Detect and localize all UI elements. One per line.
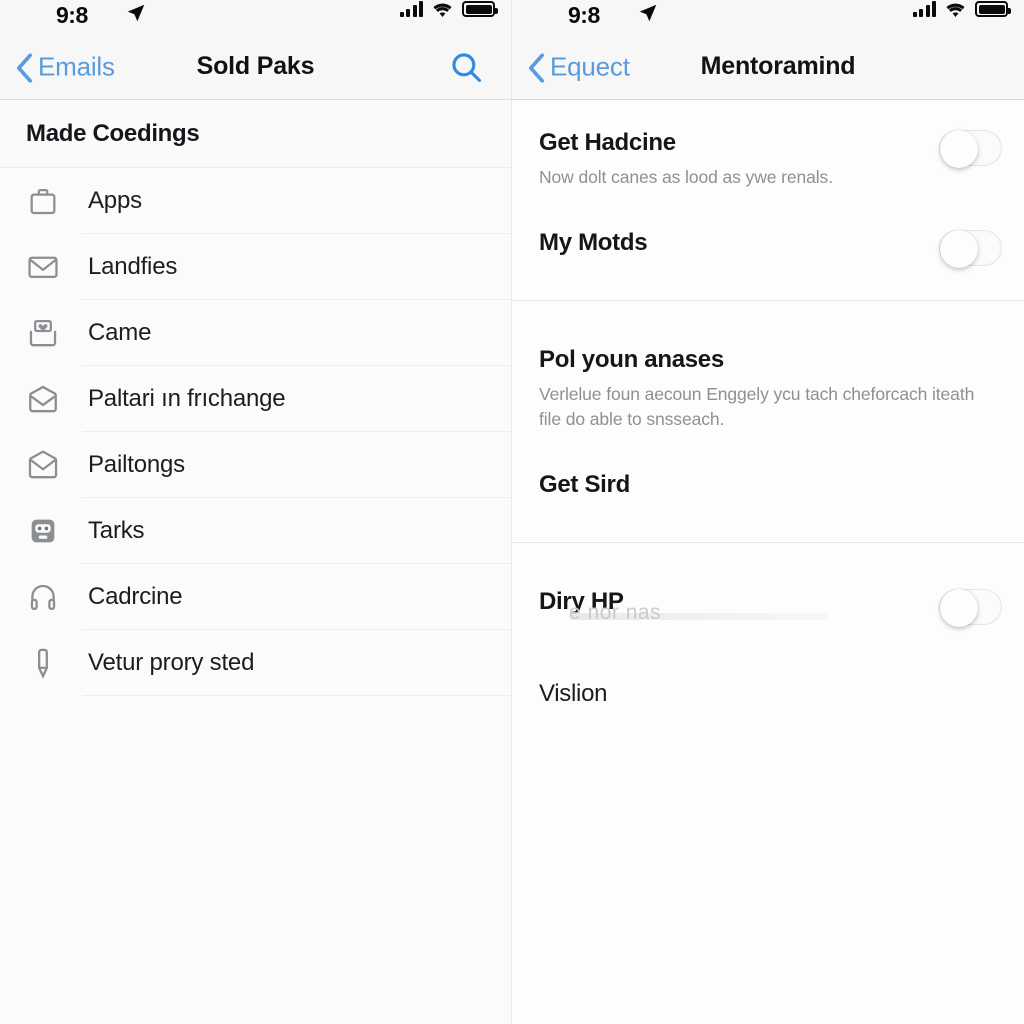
status-bar-left: 9:8 (0, 0, 511, 34)
toggle-knob (940, 130, 978, 168)
setting-row-diry-hp[interactable]: Diry HP e nor nas (512, 573, 1024, 635)
briefcase-icon (26, 184, 60, 218)
search-icon[interactable] (449, 50, 483, 84)
inbox-tray-icon (26, 316, 60, 350)
status-bar-time: 9:8 (568, 2, 600, 28)
list-item-label: Apps (88, 187, 142, 214)
location-arrow-icon (637, 2, 659, 24)
list-item-label: Tarks (88, 517, 145, 544)
dual-phone-screenshot: 9:8 Emails Sold Paks Made Coedings Apps … (0, 0, 1024, 1024)
setting-row-vislion[interactable]: Vislion (512, 665, 1024, 727)
list-section-header: Made Coedings (0, 100, 511, 168)
status-bar-indicators (399, 1, 498, 18)
setting-title: Vislion (539, 680, 608, 707)
list-item-apps[interactable]: Apps (0, 168, 511, 234)
settings-group-3: Diry HP e nor nas Vislion (512, 543, 1024, 727)
toggle-knob (940, 589, 978, 627)
status-bar-right: 9:8 (512, 0, 1024, 34)
list-item-cadrcine[interactable]: Cadrcine (0, 564, 511, 630)
settings-group-2: Pol youn anases Verlelue foun aecoun Eng… (512, 301, 1024, 542)
setting-title: Get Sird (539, 471, 630, 498)
headphones-icon (26, 580, 60, 614)
toggle-diry-hp[interactable] (939, 589, 1002, 627)
list-item-tarks[interactable]: Tarks (0, 498, 511, 564)
wifi-icon (945, 1, 966, 18)
battery-full-icon (462, 1, 498, 17)
left-phone-screen: 9:8 Emails Sold Paks Made Coedings Apps … (0, 0, 512, 1024)
left-page-title: Sold Paks (196, 52, 315, 80)
toggle-my-motds[interactable] (939, 230, 1002, 268)
right-nav-bar: Equect Mentoramind (512, 34, 1024, 100)
list-item-vetur-prory-sted[interactable]: Vetur prory sted (0, 630, 511, 696)
list-item-came[interactable]: Came (0, 300, 511, 366)
right-page-title: Mentoramind (700, 52, 856, 80)
setting-subtitle: Verlelue foun aecoun Enggely ycu tach ch… (539, 384, 975, 429)
cellular-signal-icon (912, 1, 936, 17)
list-item-label: Cadrcine (88, 583, 183, 610)
robot-icon (26, 514, 60, 548)
wifi-icon (432, 1, 453, 18)
toggle-get-hadcine[interactable] (939, 130, 1002, 168)
setting-row-my-motds[interactable]: My Motds (512, 214, 1024, 276)
toggle-knob (940, 230, 978, 268)
setting-row-get-hadcine[interactable]: Get Hadcine Now dolt canes as lood as yw… (512, 114, 1024, 190)
settings-group-1: Get Hadcine Now dolt canes as lood as yw… (512, 100, 1024, 300)
status-bar-indicators (912, 1, 1011, 18)
left-nav-bar: Emails Sold Paks (0, 34, 511, 100)
list-item-pailtongs[interactable]: Pailtongs (0, 432, 511, 498)
toggle-cell (939, 114, 1002, 168)
list-item-paltari-in-frichange[interactable]: Paltari ın frıchange (0, 366, 511, 432)
list-item-label: Pailtongs (88, 451, 185, 478)
toggle-cell (939, 214, 1002, 268)
list-item-label: Came (88, 319, 152, 346)
setting-title: Pol youn anases (539, 346, 724, 373)
setting-title: Get Hadcine (539, 129, 676, 156)
settings-list: Get Hadcine Now dolt canes as lood as yw… (512, 100, 1024, 1024)
envelope-closed-icon (26, 250, 60, 284)
list-item-landfies[interactable]: Landfies (0, 234, 511, 300)
setting-row-get-sird[interactable]: Get Sird (512, 456, 1024, 518)
list-item-label: Paltari ın frıchange (88, 385, 286, 412)
battery-full-icon (975, 1, 1011, 17)
envelope-archive-icon (26, 382, 60, 416)
setting-subtitle: Now dolt canes as lood as ywe renals. (539, 167, 833, 187)
left-list: Made Coedings Apps Landfies Came Paltari… (0, 100, 511, 1024)
list-item-label: Vetur prory sted (88, 649, 255, 676)
cellular-signal-icon (399, 1, 423, 17)
status-bar-time: 9:8 (56, 2, 88, 28)
setting-subtitle: e nor nas (569, 601, 662, 624)
right-phone-screen: 9:8 Equect Mentoramind Get Hadcine Now d… (512, 0, 1024, 1024)
setting-row-pol-youn-anases[interactable]: Pol youn anases Verlelue foun aecoun Eng… (512, 331, 1024, 432)
toggle-cell (939, 573, 1002, 627)
location-arrow-icon (125, 2, 147, 24)
list-item-label: Landfies (88, 253, 178, 280)
pen-icon (26, 646, 60, 680)
setting-title: My Motds (539, 229, 648, 256)
envelope-open-icon (26, 448, 60, 482)
